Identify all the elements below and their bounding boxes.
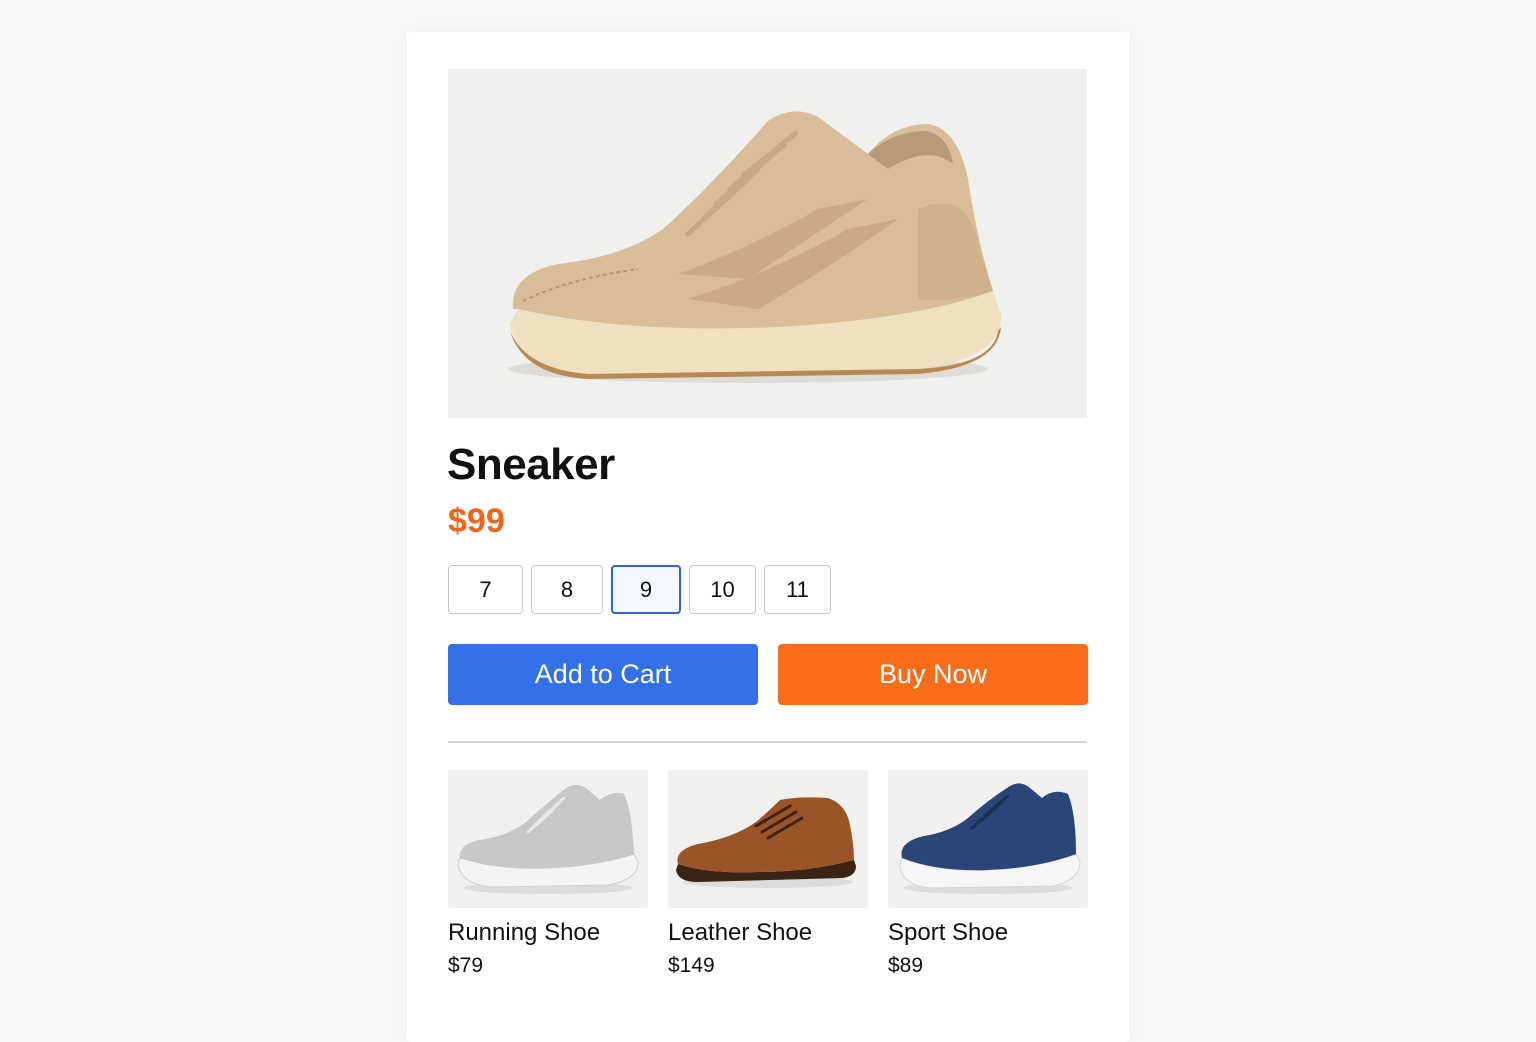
navy-shoe-icon bbox=[899, 783, 1081, 894]
related-product-price: $149 bbox=[668, 954, 715, 978]
size-option-8[interactable]: 8 bbox=[531, 565, 603, 614]
product-card: Sneaker $99 7 8 9 10 11 Add to Cart Buy … bbox=[407, 32, 1129, 1042]
product-title: Sneaker bbox=[447, 440, 615, 489]
size-option-11[interactable]: 11 bbox=[764, 565, 831, 614]
related-products: Running Shoe $79 Leather Shoe $149 Sport… bbox=[448, 770, 1088, 990]
related-product-name: Leather Shoe bbox=[668, 919, 813, 946]
product-price: $99 bbox=[448, 502, 505, 540]
size-option-9[interactable]: 9 bbox=[611, 565, 681, 614]
size-option-10[interactable]: 10 bbox=[689, 565, 756, 614]
add-to-cart-button[interactable]: Add to Cart bbox=[448, 644, 758, 705]
related-product-card[interactable]: Leather Shoe $149 bbox=[668, 770, 868, 977]
size-selector: 7 8 9 10 11 bbox=[448, 565, 839, 616]
sport-shoe-image[interactable] bbox=[888, 770, 1088, 908]
size-option-7[interactable]: 7 bbox=[448, 565, 523, 614]
running-shoe-image[interactable] bbox=[448, 770, 648, 908]
related-product-price: $79 bbox=[448, 954, 484, 978]
buy-now-button[interactable]: Buy Now bbox=[778, 644, 1088, 705]
related-product-card[interactable]: Running Shoe $79 bbox=[448, 770, 648, 977]
brown-shoe-icon bbox=[676, 797, 856, 888]
related-product-card[interactable]: Sport Shoe $89 bbox=[888, 770, 1088, 977]
leather-shoe-image[interactable] bbox=[668, 770, 868, 908]
sneaker-icon bbox=[508, 111, 1002, 383]
related-product-price: $89 bbox=[888, 954, 924, 978]
product-image[interactable] bbox=[448, 69, 1087, 418]
related-product-name: Sport Shoe bbox=[888, 919, 1009, 946]
related-product-name: Running Shoe bbox=[448, 919, 601, 946]
gray-shoe-icon bbox=[457, 785, 639, 894]
section-divider bbox=[448, 741, 1087, 743]
